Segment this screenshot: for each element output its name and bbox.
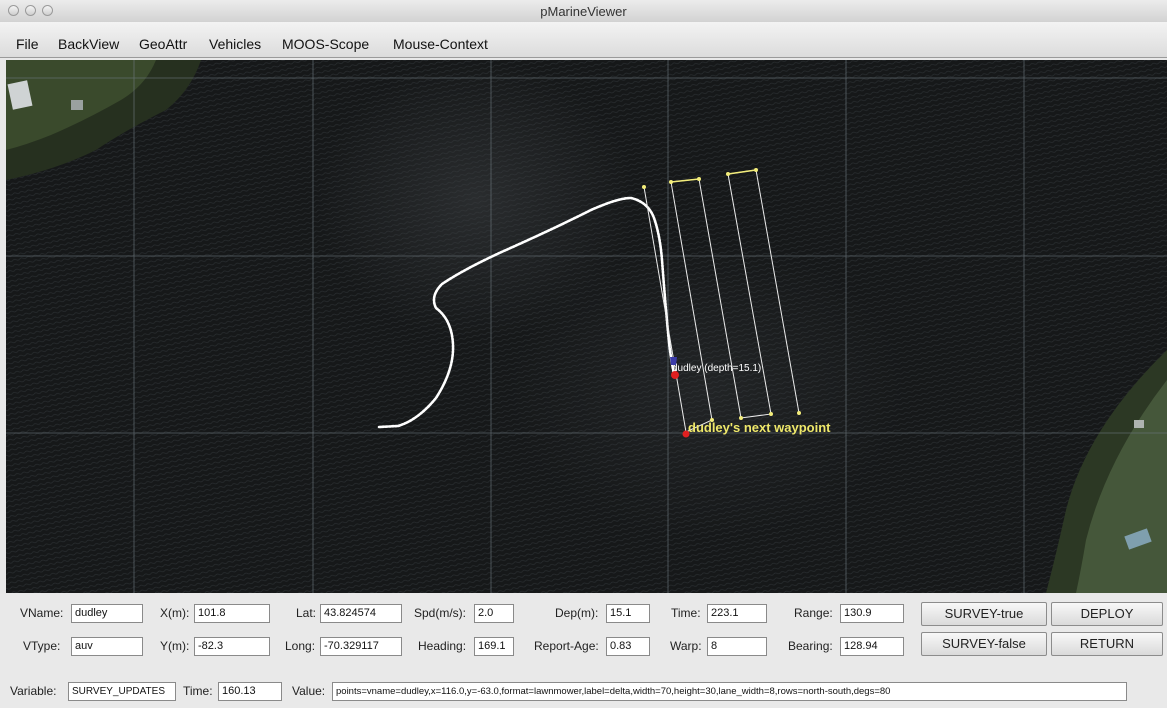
heading-label: Heading:: [418, 639, 467, 653]
menu-moos-scope[interactable]: MOOS-Scope: [282, 36, 369, 52]
vtype-field[interactable]: auv: [71, 637, 143, 656]
menu-vehicles[interactable]: Vehicles: [209, 36, 261, 52]
deploy-button[interactable]: DEPLOY: [1051, 602, 1163, 626]
return-button[interactable]: RETURN: [1051, 632, 1163, 656]
waypoint-label: dudley's next waypoint: [688, 420, 831, 435]
long-field[interactable]: -70.329117: [320, 637, 402, 656]
survey-false-button[interactable]: SURVEY-false: [921, 632, 1047, 656]
scope-variable-field[interactable]: SURVEY_UPDATES: [68, 682, 176, 701]
range-field[interactable]: 130.9: [840, 604, 904, 623]
map-canvas: [6, 60, 1167, 593]
window-title: pMarineViewer: [540, 4, 627, 19]
y-field[interactable]: -82.3: [194, 637, 270, 656]
dep-field[interactable]: 15.1: [606, 604, 650, 623]
map-view[interactable]: dudley (depth=15.1) dudley's next waypoi…: [6, 60, 1167, 593]
building-icon: [71, 100, 83, 110]
vname-label: VName:: [20, 606, 64, 620]
menu-file[interactable]: File: [16, 36, 39, 52]
info-panel: VName: dudley X(m): 101.8 Lat: 43.824574…: [0, 594, 1167, 708]
x-label: X(m):: [160, 606, 190, 620]
x-field[interactable]: 101.8: [194, 604, 270, 623]
scope-variable-label: Variable:: [10, 684, 57, 698]
report-age-label: Report-Age:: [534, 639, 599, 653]
spd-label: Spd(m/s):: [414, 606, 467, 620]
scope-time-field[interactable]: 160.13: [218, 682, 282, 701]
long-label: Long:: [285, 639, 316, 653]
report-age-field[interactable]: 0.83: [606, 637, 650, 656]
menu-geoattr[interactable]: GeoAttr: [139, 36, 187, 52]
vehicle-label: dudley (depth=15.1): [672, 363, 762, 374]
menu-bar: File BackView GeoAttr Vehicles MOOS-Scop…: [0, 22, 1167, 58]
vname-field[interactable]: dudley: [71, 604, 143, 623]
menu-mouse-context[interactable]: Mouse-Context: [393, 36, 488, 52]
bearing-field[interactable]: 128.94: [840, 637, 904, 656]
dep-label: Dep(m):: [555, 606, 599, 620]
y-label: Y(m):: [160, 639, 190, 653]
survey-true-button[interactable]: SURVEY-true: [921, 602, 1047, 626]
title-bar: pMarineViewer: [0, 0, 1167, 23]
scope-time-label: Time:: [183, 684, 213, 698]
scope-value-label: Value:: [292, 684, 326, 698]
warp-label: Warp:: [670, 639, 702, 653]
menu-backview[interactable]: BackView: [58, 36, 119, 52]
building-icon: [1134, 420, 1144, 428]
vtype-label: VType:: [23, 639, 61, 653]
warp-field[interactable]: 8: [707, 637, 767, 656]
spd-field[interactable]: 2.0: [474, 604, 514, 623]
time-field[interactable]: 223.1: [707, 604, 767, 623]
heading-field[interactable]: 169.1: [474, 637, 514, 656]
range-label: Range:: [794, 606, 833, 620]
bearing-label: Bearing:: [788, 639, 833, 653]
scope-value-field[interactable]: points=vname=dudley,x=116.0,y=-63.0,form…: [332, 682, 1127, 701]
time-label: Time:: [671, 606, 701, 620]
lat-label: Lat:: [296, 606, 317, 620]
lat-field[interactable]: 43.824574: [320, 604, 402, 623]
